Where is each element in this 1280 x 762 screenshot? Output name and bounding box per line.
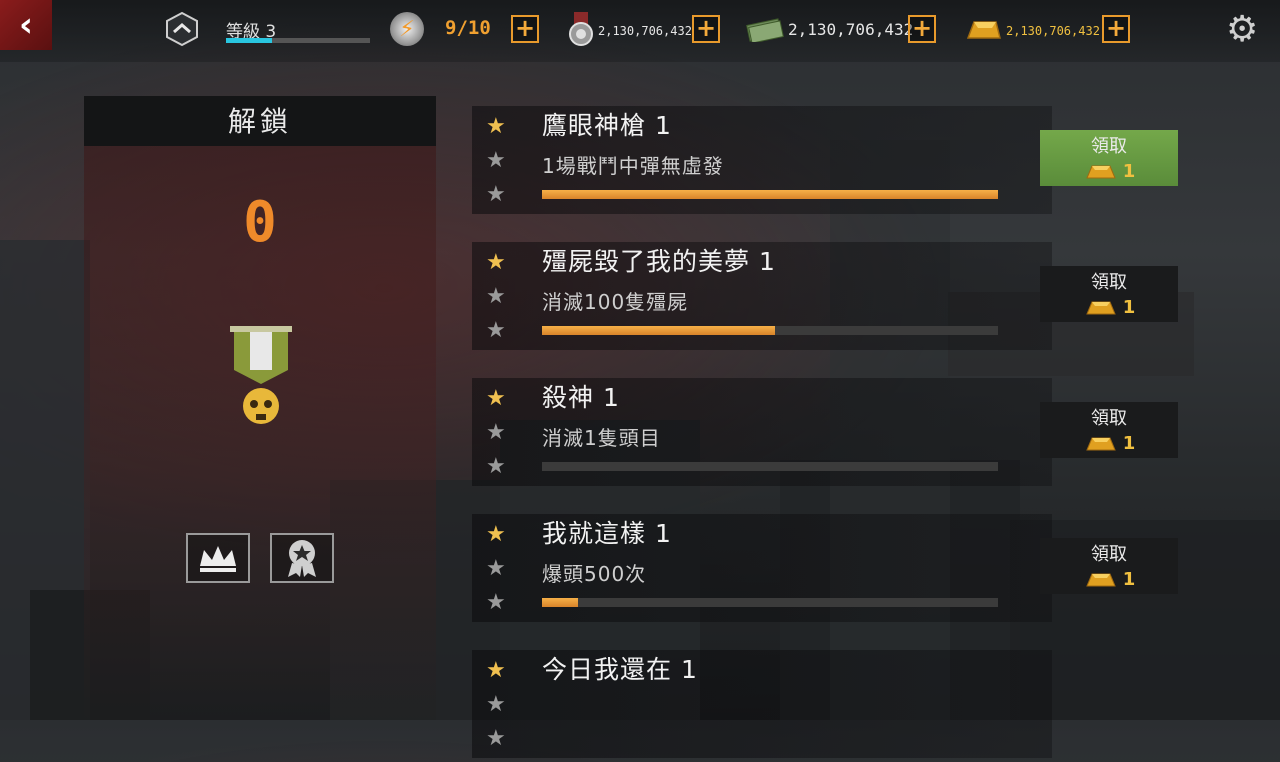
star-icon: ★: [486, 284, 506, 309]
achievement-title: 殺神 1: [542, 383, 620, 412]
cash-value: 2,130,706,432: [788, 20, 914, 39]
star-icon: ★: [486, 318, 506, 343]
add-medals-button[interactable]: +: [692, 15, 720, 43]
back-button[interactable]: ‹: [0, 0, 52, 50]
add-gold-button[interactable]: +: [1102, 15, 1130, 43]
star-icon: ★: [486, 522, 506, 547]
achievement-row: ★ ★ ★ 殭屍毀了我的美夢 1 消滅100隻殭屍 領取 1: [472, 236, 1202, 354]
achievement-progress-fill: [542, 190, 998, 199]
achievement-progress-bar: [542, 326, 998, 335]
cash-icon: [746, 18, 784, 42]
star-icon: ★: [486, 454, 506, 479]
star-icon: ★: [486, 182, 506, 207]
star-icon: ★: [486, 726, 506, 751]
star-icon: ★: [486, 590, 506, 615]
claim-label: 領取: [1091, 544, 1127, 565]
claim-label: 領取: [1091, 136, 1127, 157]
achievement-title: 今日我還在 1: [542, 655, 698, 684]
chevron-left-icon: ‹: [18, 5, 33, 45]
achievement-progress-fill: [542, 598, 579, 607]
star-icon: ★: [486, 250, 506, 275]
gold-bar-icon: [1085, 301, 1116, 315]
claim-label: 領取: [1091, 272, 1127, 293]
claim-button[interactable]: 領取 1: [1040, 538, 1178, 594]
gold-bar-icon: [966, 21, 1001, 39]
star-icon: ★: [486, 556, 506, 581]
achievement-description: 1場戰鬥中彈無虛發: [542, 154, 724, 178]
achievement-description: 爆頭500次: [542, 562, 647, 586]
achievement-progress-bar: [542, 598, 998, 607]
achievement-title: 鷹眼神槍 1: [542, 111, 672, 140]
reward-amount: 1: [1122, 432, 1136, 454]
badge-filter-button[interactable]: [270, 533, 334, 583]
medal-icon: [569, 12, 593, 46]
achievement-description: 消滅100隻殭屍: [542, 290, 689, 314]
achievement-title: 我就這樣 1: [542, 519, 672, 548]
achievement-progress-bar: [542, 190, 998, 199]
medals-value: 2,130,706,432: [598, 24, 692, 38]
star-icon: ★: [486, 692, 506, 717]
gold-value: 2,130,706,432: [1006, 24, 1100, 38]
claim-reward: 1: [1040, 296, 1178, 318]
reward-amount: 1: [1122, 296, 1136, 318]
star-icon: ★: [486, 386, 506, 411]
claim-label: 領取: [1091, 408, 1127, 429]
star-icon: ★: [486, 658, 506, 683]
claim-reward: 1: [1040, 568, 1178, 590]
claim-reward: 1: [1040, 160, 1178, 182]
claim-button[interactable]: 領取 1: [1040, 402, 1178, 458]
achievement-row: ★ ★ ★ 殺神 1 消滅1隻頭目 領取 1: [472, 372, 1202, 490]
gold-bar-icon: [1085, 437, 1116, 451]
achievement-row: ★ ★ ★ 鷹眼神槍 1 1場戰鬥中彈無虛發 領取 1: [472, 100, 1202, 218]
reward-amount: 1: [1122, 160, 1136, 182]
claim-button[interactable]: 領取 1: [1040, 266, 1178, 322]
star-icon: ★: [486, 420, 506, 445]
achievement-progress-bar: [542, 462, 998, 471]
achievement-title: 殭屍毀了我的美夢 1: [542, 247, 776, 276]
achievement-progress-fill: [542, 326, 775, 335]
energy-icon: ⚡: [390, 12, 424, 46]
crown-filter-button[interactable]: [186, 533, 250, 583]
award-badge-icon: [288, 540, 316, 577]
add-cash-button[interactable]: +: [908, 15, 936, 43]
achievement-description: 消滅1隻頭目: [542, 426, 661, 450]
gold-bar-icon: [1085, 573, 1116, 587]
rank-chevron-icon: [166, 11, 198, 47]
top-bar: ‹ 等級 3 ⚡ 9/10 + 2,130,706,432 + 2,130,70…: [0, 0, 1280, 62]
level-progress-fill: [226, 38, 273, 43]
add-energy-button[interactable]: +: [511, 15, 539, 43]
skull-medal-icon: [230, 326, 292, 424]
unlock-panel-title: 解鎖: [227, 105, 292, 138]
star-icon: ★: [486, 148, 506, 173]
star-icon: ★: [486, 114, 506, 139]
reward-amount: 1: [1122, 568, 1136, 590]
achievement-row: ★ ★ ★ 我就這樣 1 爆頭500次 領取 1: [472, 508, 1202, 626]
settings-gear-icon[interactable]: ⚙: [1226, 12, 1258, 48]
crown-icon: [200, 546, 236, 572]
claim-reward: 1: [1040, 432, 1178, 454]
unlock-count: 0: [243, 190, 277, 255]
level-progress-bar: [226, 38, 370, 43]
gold-bar-icon: [1085, 165, 1116, 179]
energy-value: 9/10: [445, 17, 491, 39]
claim-button[interactable]: 領取 1: [1040, 130, 1178, 186]
achievement-row: ★ ★ ★ 今日我還在 1: [472, 644, 1202, 762]
